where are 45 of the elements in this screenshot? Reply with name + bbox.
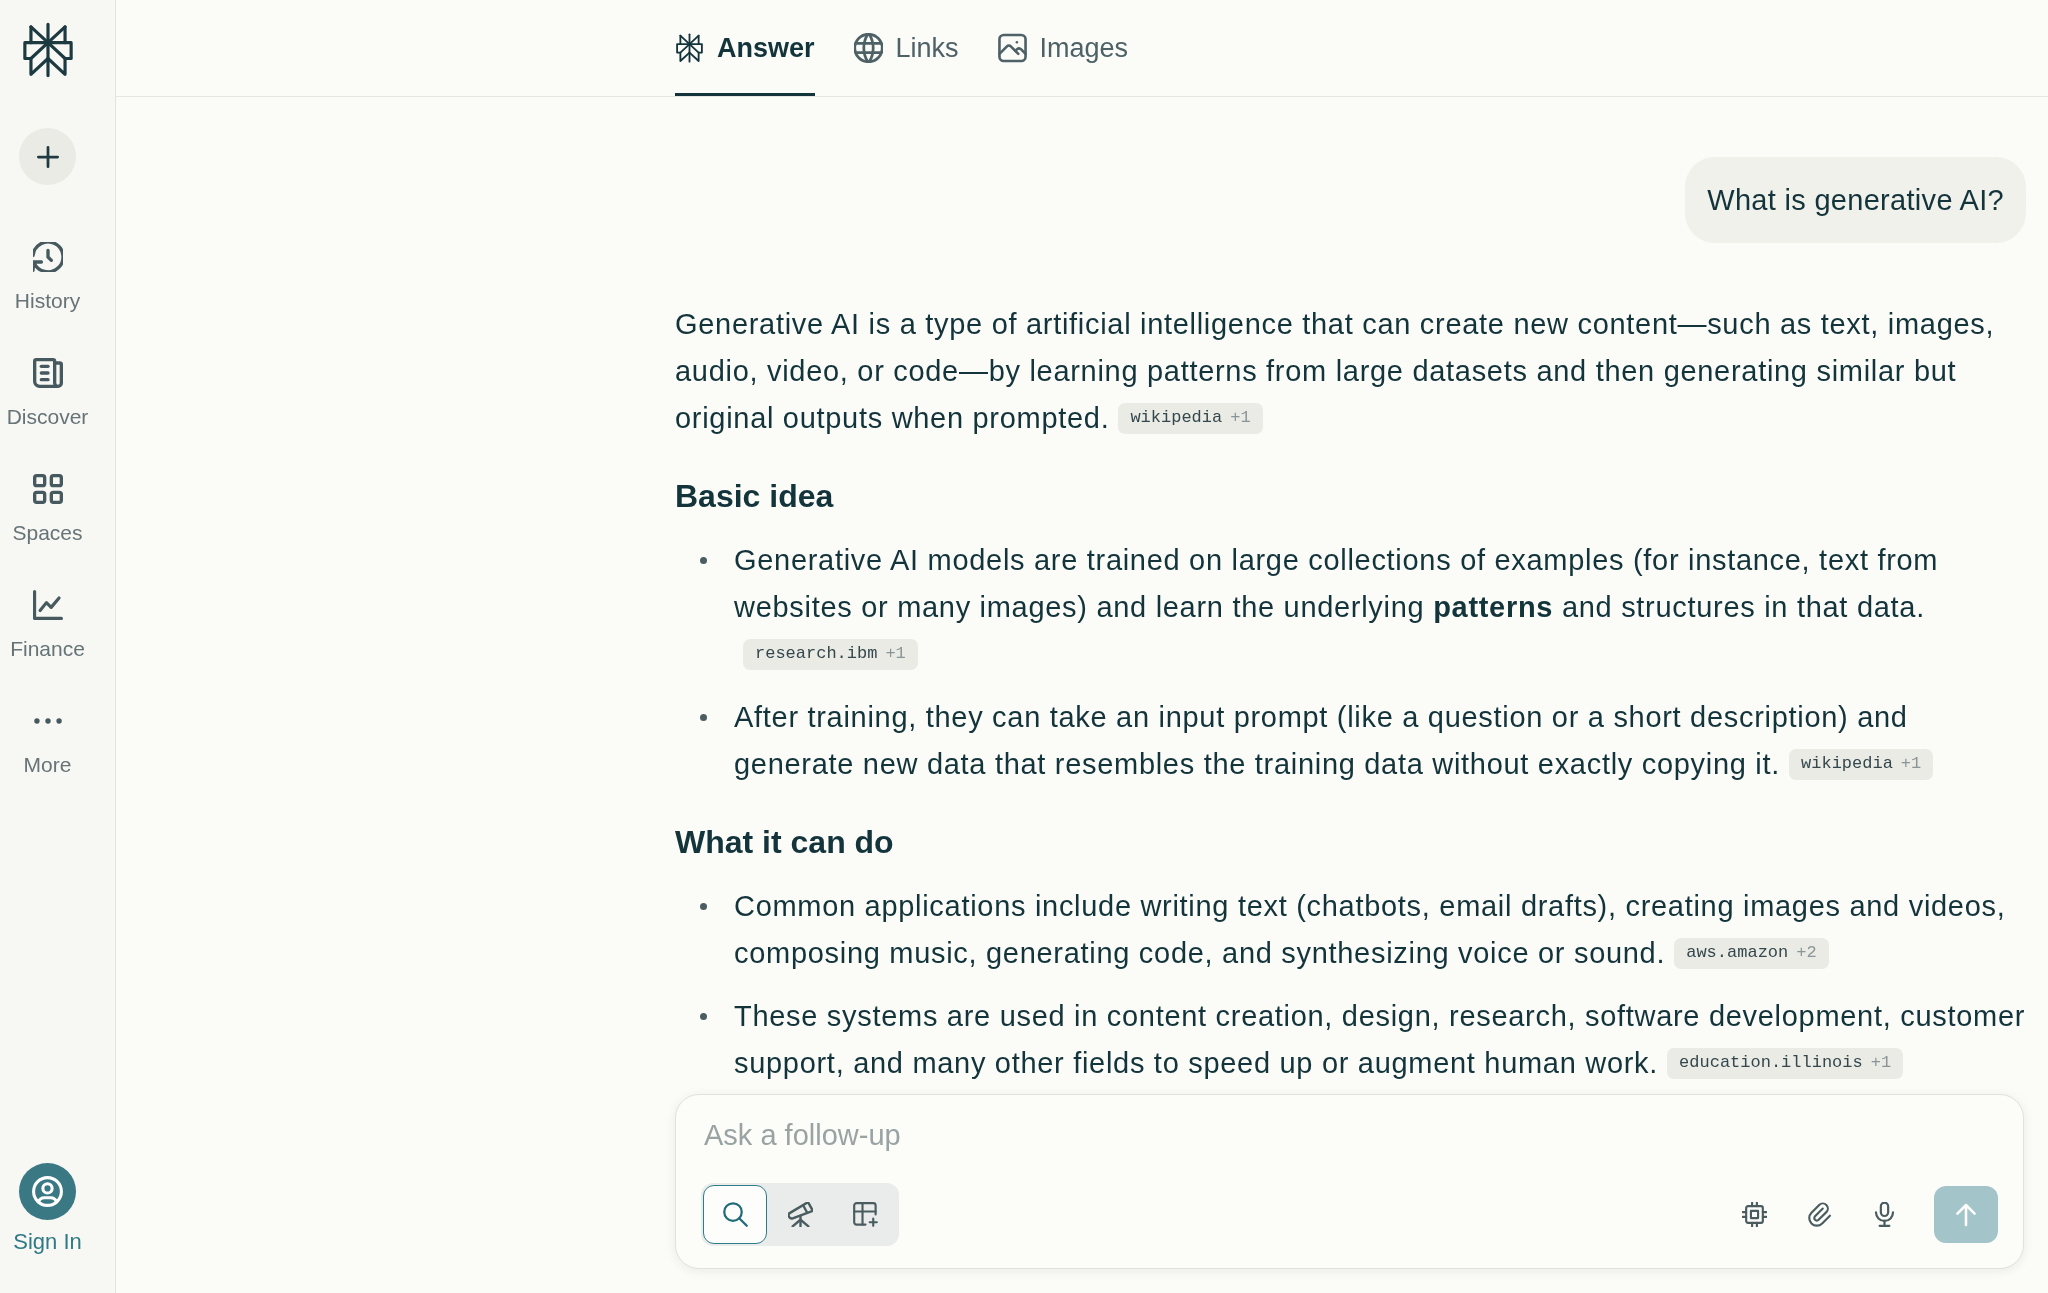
bullet-icon xyxy=(700,1013,707,1020)
citation-chip[interactable]: wikipedia +1 xyxy=(1118,402,1263,434)
list-item-text: Generative AI models are trained on large collections of examples (for instance, text from websites or many images) and learn the underlying patterns and structures in that data. research.ibm +1 xyxy=(734,537,2028,678)
section-heading: Basic idea xyxy=(675,477,835,516)
sidebar-item[interactable]: History xyxy=(1,242,94,314)
list-item-text: These systems are used in content creation, design, research, software development, customer support, and many other fields to speed up or augment human work. education.illinois +1 xyxy=(734,999,2027,1081)
user-avatar-icon xyxy=(19,1163,76,1220)
bullet-icon xyxy=(700,903,707,910)
tab[interactable]: Answer xyxy=(675,0,815,96)
citation-chip[interactable]: wikipedia +1 xyxy=(1789,748,1934,780)
section-heading: What it can do xyxy=(675,823,895,862)
processor-chip-icon xyxy=(1741,1202,1767,1227)
list-item-text: Common applications include writing text (chatbots, email drafts), creating images and videos, composing music, generating code, and synthesizing voice or sound. aws.amazon +2 xyxy=(734,889,2007,971)
bullet-icon xyxy=(700,714,707,721)
image-icon xyxy=(997,33,1027,63)
citation-chip[interactable]: aws.amazon +2 xyxy=(1674,937,1829,969)
globe-icon xyxy=(853,33,883,63)
sign-in-button[interactable]: Sign In xyxy=(13,1163,82,1255)
bullet-icon xyxy=(700,557,707,564)
citation-chip[interactable]: research.ibm +1 xyxy=(743,638,918,670)
tab[interactable]: Links xyxy=(853,0,959,96)
line-chart-icon xyxy=(32,590,63,620)
arrow-up-icon xyxy=(1956,1202,1976,1227)
newspaper-icon xyxy=(32,358,63,388)
search-icon xyxy=(722,1202,748,1227)
follow-up-input[interactable]: Ask a follow-up xyxy=(701,1113,1998,1157)
answer-paragraph: Generative AI is a type of artificial intelligence that can create new content—such as text, images, audio, video, or code—by learning patterns from large datasets and then generating similar but original outputs when prompted. wikipedia +1 xyxy=(675,307,1996,436)
sidebar-item[interactable]: Finance xyxy=(1,590,94,662)
asterisk-logo-icon xyxy=(675,33,704,63)
sidebar-item[interactable]: More xyxy=(1,706,94,778)
sidebar-item[interactable]: Spaces xyxy=(1,474,94,546)
mode-button[interactable] xyxy=(703,1185,767,1244)
sidebar-item[interactable]: Discover xyxy=(1,358,94,430)
tab[interactable]: Images xyxy=(997,0,1129,96)
citation-chip[interactable]: education.illinois +1 xyxy=(1667,1047,1904,1079)
list-item-text: After training, they can take an input prompt (like a question or a short description) and generate new data that resembles the training data without exactly copying it. wikipedia +1 xyxy=(734,694,2028,788)
grid-icon xyxy=(32,474,63,504)
telescope-icon xyxy=(787,1202,813,1227)
more-icon xyxy=(32,717,63,725)
history-icon xyxy=(32,242,63,272)
table-plus-icon xyxy=(852,1202,878,1227)
paperclip-icon xyxy=(1806,1202,1832,1227)
question-bubble: What is generative AI? xyxy=(1685,157,2026,243)
logo-icon xyxy=(20,22,75,78)
plus-icon xyxy=(36,145,59,168)
